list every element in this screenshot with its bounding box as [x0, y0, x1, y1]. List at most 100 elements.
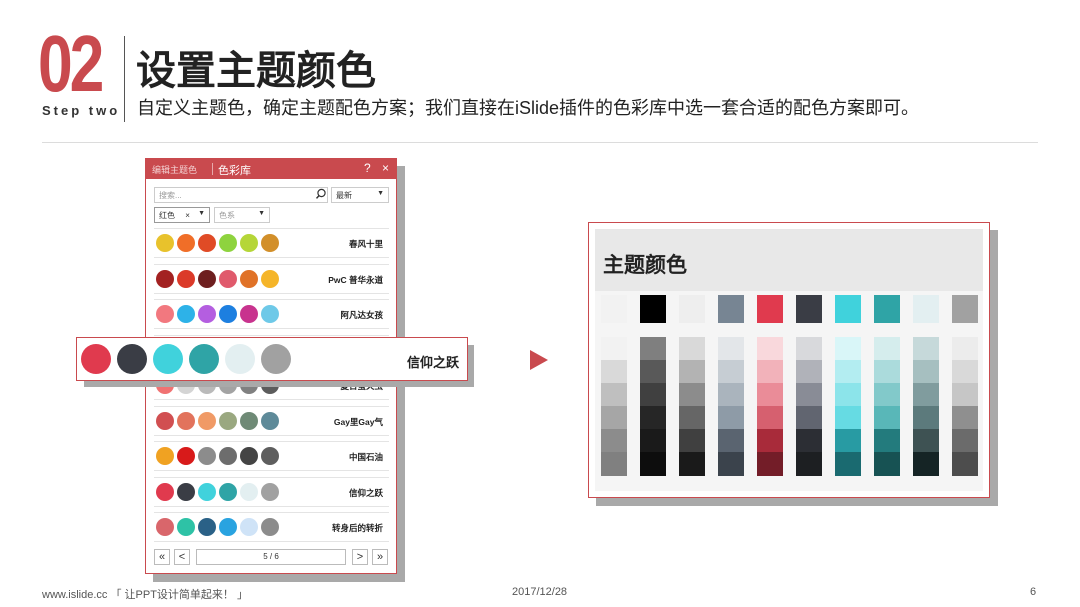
color-swatch	[219, 482, 237, 501]
theme-shade-swatch	[835, 383, 861, 407]
theme-shade-swatch	[757, 383, 783, 407]
theme-shade-swatch	[640, 452, 666, 476]
color-swatch	[156, 482, 174, 501]
theme-shade-swatch	[874, 406, 900, 430]
footer-date: 2017/12/28	[512, 586, 568, 598]
color-swatch	[198, 269, 216, 288]
panel-titlebar: 编辑主题色 色彩库 ? ×	[146, 159, 396, 179]
color-swatch	[177, 447, 195, 465]
color-swatch	[156, 447, 174, 465]
palette-row[interactable]: 中国石油	[154, 441, 389, 471]
theme-shade-swatch	[757, 406, 783, 430]
help-button[interactable]: ?	[364, 161, 371, 175]
search-input[interactable]: 搜索...	[154, 187, 328, 203]
color-filter-value: 红色	[159, 211, 175, 220]
theme-shade-swatch	[952, 383, 978, 407]
palette-name: PwC 普华永道	[328, 274, 383, 285]
palette-name: 转身后的转折	[331, 523, 383, 533]
page-subtitle: 自定义主题色，确定主题配色方案；我们直接在iSlide插件的色彩库中选一套合适的…	[137, 98, 920, 118]
clear-filter-icon[interactable]: ×	[185, 211, 190, 220]
next-page-button[interactable]: >	[352, 549, 368, 565]
titlebar-separator	[212, 163, 213, 175]
theme-shade-swatch	[835, 452, 861, 476]
theme-shade-swatch	[913, 337, 939, 361]
palette-row[interactable]: 转身后的转折	[154, 512, 389, 542]
theme-color-swatch[interactable]	[640, 295, 666, 323]
theme-shade-swatch	[835, 360, 861, 384]
pager: « < 5 / 6 > »	[154, 549, 389, 567]
color-swatch	[261, 411, 279, 430]
sort-value: 最新	[336, 191, 352, 200]
color-swatch	[81, 344, 111, 374]
theme-shade-swatch	[796, 452, 822, 476]
theme-color-swatch[interactable]	[679, 295, 705, 323]
color-swatch	[156, 234, 174, 252]
header-divider	[124, 36, 125, 122]
color-filter-select[interactable]: 红色 × ▼	[154, 207, 210, 223]
theme-shade-swatch	[913, 383, 939, 407]
theme-shade-swatch	[913, 406, 939, 430]
chevron-down-icon: ▼	[258, 210, 265, 217]
theme-shade-swatch	[835, 337, 861, 361]
palette-row[interactable]: 信仰之跃	[154, 476, 389, 507]
theme-shade-swatch	[913, 429, 939, 453]
color-swatch	[198, 234, 216, 252]
last-page-button[interactable]: »	[372, 549, 388, 565]
theme-shade-swatch	[640, 383, 666, 407]
color-swatch	[261, 482, 279, 501]
theme-color-swatch[interactable]	[913, 295, 939, 323]
color-swatch	[198, 447, 216, 465]
color-swatch	[153, 344, 183, 374]
color-swatch	[177, 305, 195, 323]
theme-shade-swatch	[952, 360, 978, 384]
page-indicator[interactable]: 5 / 6	[196, 549, 346, 565]
sort-select[interactable]: 最新 ▼	[331, 187, 389, 203]
step-label: Step two	[42, 103, 121, 118]
palette-row[interactable]: 春风十里	[154, 228, 389, 258]
color-swatch	[189, 344, 219, 374]
theme-color-swatch[interactable]	[835, 295, 861, 323]
prev-page-button[interactable]: <	[174, 549, 190, 565]
type-filter-select[interactable]: 色系 ▼	[214, 207, 270, 223]
first-page-button[interactable]: «	[154, 549, 170, 565]
theme-color-swatch[interactable]	[601, 295, 627, 323]
theme-shade-swatch	[835, 406, 861, 430]
color-swatch	[219, 269, 237, 288]
theme-color-swatch[interactable]	[757, 295, 783, 323]
theme-shade-swatch	[679, 429, 705, 453]
color-swatch	[198, 305, 216, 323]
theme-shade-swatch	[679, 406, 705, 430]
theme-color-swatch[interactable]	[952, 295, 978, 323]
color-swatch	[219, 305, 237, 323]
color-library-tab[interactable]: 色彩库	[218, 162, 251, 178]
palette-row[interactable]: Gay里Gay气	[154, 405, 389, 436]
theme-color-swatch[interactable]	[796, 295, 822, 323]
color-swatch	[261, 269, 279, 288]
theme-shade-swatch	[757, 452, 783, 476]
theme-color-swatch[interactable]	[718, 295, 744, 323]
color-swatch	[240, 234, 258, 252]
footer-site: www.islide.cc 「 让PPT设计简单起来！ 」	[42, 589, 248, 601]
color-swatch	[240, 411, 258, 430]
close-button[interactable]: ×	[382, 161, 389, 175]
color-swatch	[219, 518, 237, 536]
theme-shade-swatch	[679, 360, 705, 384]
color-swatch	[156, 305, 174, 323]
edit-theme-tab[interactable]: 编辑主题色	[152, 163, 197, 176]
color-swatch	[198, 411, 216, 430]
chevron-down-icon: ▼	[377, 190, 384, 197]
color-swatch	[240, 269, 258, 288]
highlighted-palette[interactable]: 信仰之跃	[76, 337, 468, 381]
theme-shade-swatch	[640, 429, 666, 453]
palette-row[interactable]: 阿凡达女孩	[154, 299, 389, 329]
theme-shade-swatch	[718, 337, 744, 361]
footer-page: 6	[1030, 586, 1037, 598]
search-icon[interactable]	[314, 187, 328, 201]
color-swatch	[177, 482, 195, 501]
color-swatch	[198, 518, 216, 536]
palette-row[interactable]: PwC 普华永道	[154, 263, 389, 294]
color-swatch	[177, 411, 195, 430]
theme-color-swatch[interactable]	[874, 295, 900, 323]
theme-colors-card: 主题颜色	[588, 222, 990, 498]
theme-shade-swatch	[874, 383, 900, 407]
